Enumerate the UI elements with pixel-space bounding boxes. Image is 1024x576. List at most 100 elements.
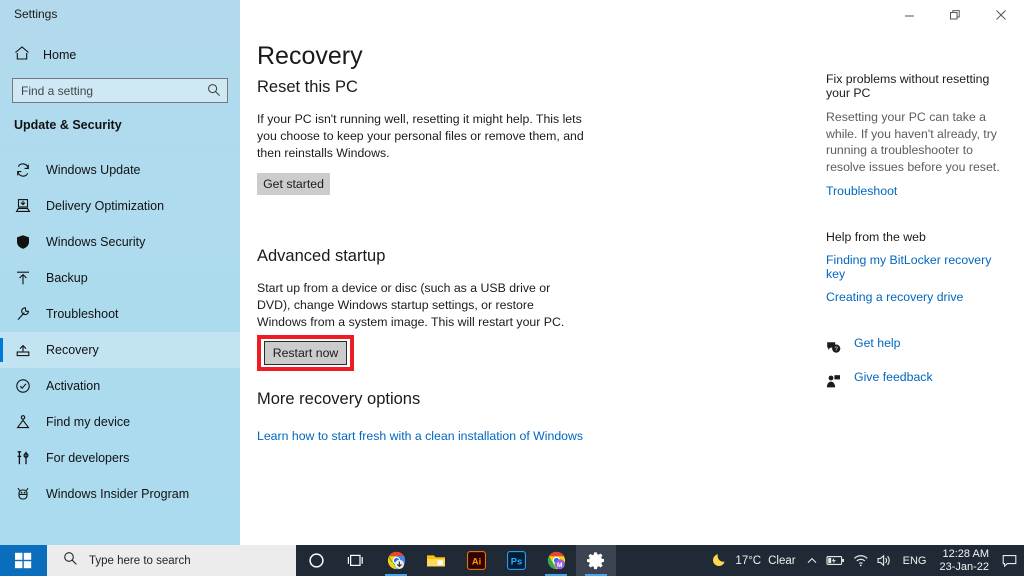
home-icon (14, 45, 30, 66)
file-explorer-icon[interactable] (416, 545, 456, 576)
taskbar-search-icon (63, 551, 78, 571)
page-title: Recovery (257, 42, 363, 70)
main-content: Recovery Reset this PC If your PC isn't … (240, 30, 1024, 545)
settings-window: Settings Home Find a setting Update & Se… (0, 0, 1024, 545)
sidebar-item-windows-security[interactable]: Windows Security (0, 224, 240, 260)
clock[interactable]: 12:28 AM 23-Jan-22 (932, 545, 996, 576)
wifi-icon[interactable] (849, 545, 873, 576)
troubleshoot-link[interactable]: Troubleshoot (826, 184, 1006, 198)
restore-button[interactable] (932, 0, 978, 30)
cortana-icon[interactable] (296, 545, 336, 576)
restart-now-button[interactable]: Restart now (264, 341, 347, 365)
more-recovery-options-section: More recovery options Learn how to start… (257, 390, 657, 445)
sidebar-item-find-my-device[interactable]: Find my device (0, 404, 240, 440)
taskbar-search-placeholder: Type here to search (89, 554, 191, 567)
help-from-web-heading: Help from the web (826, 230, 926, 244)
show-hidden-icons-button[interactable] (802, 545, 822, 576)
fix-problems-body: Resetting your PC can take a while. If y… (826, 110, 1000, 174)
sidebar-item-label: Windows Insider Program (46, 487, 190, 501)
support-actions-block: ? Get help Give feedback (826, 336, 1006, 393)
check-circle-icon (14, 378, 32, 394)
home-label: Home (43, 48, 77, 62)
chrome-profile-icon[interactable]: M (536, 545, 576, 576)
give-feedback-action[interactable]: Give feedback (826, 370, 1006, 393)
wrench-icon (14, 306, 32, 322)
insider-bug-icon (14, 486, 32, 502)
fix-problems-block: Fix problems without resetting your PC R… (826, 72, 1006, 198)
clean-installation-link[interactable]: Learn how to start fresh with a clean in… (257, 429, 583, 443)
photoshop-icon[interactable]: Ps (496, 545, 536, 576)
sidebar-item-backup[interactable]: Backup (0, 260, 240, 296)
sidebar-item-label: Recovery (46, 343, 99, 357)
developer-tools-icon (14, 450, 32, 466)
system-tray: 17°C Clear ENG 12:28 AM 23-Jan-22 (709, 545, 1024, 576)
clock-date: 23-Jan-22 (939, 560, 989, 573)
sidebar-item-windows-insider-program[interactable]: Windows Insider Program (0, 476, 240, 512)
get-help-label: Get help (854, 336, 901, 350)
language-indicator[interactable]: ENG (897, 555, 933, 567)
sidebar-item-label: Troubleshoot (46, 307, 119, 321)
get-started-button[interactable]: Get started (257, 173, 330, 195)
weather-widget[interactable]: 17°C Clear (709, 552, 801, 570)
upload-arrow-icon (14, 270, 32, 286)
advanced-startup-heading: Advanced startup (257, 247, 386, 265)
more-recovery-heading: More recovery options (257, 390, 421, 408)
svg-text:Ps: Ps (510, 555, 521, 566)
settings-gear-icon[interactable] (576, 545, 616, 576)
help-bubble-icon: ? (826, 340, 841, 355)
screen: Settings Home Find a setting Update & Se… (0, 0, 1024, 576)
search-input[interactable] (12, 78, 228, 103)
taskbar: Type here to search Ai Ps M 17°C Clear E… (0, 545, 1024, 576)
delivery-icon (14, 198, 32, 214)
give-feedback-label: Give feedback (854, 370, 933, 384)
find-device-icon (14, 414, 32, 430)
help-from-web-block: Help from the web Finding my BitLocker r… (826, 230, 1006, 304)
shield-icon (14, 234, 32, 250)
sidebar-item-troubleshoot[interactable]: Troubleshoot (0, 296, 240, 332)
close-button[interactable] (978, 0, 1024, 30)
recovery-icon (14, 342, 32, 358)
sidebar-item-label: Delivery Optimization (46, 199, 165, 213)
taskbar-app-icons: Ai Ps M (296, 545, 616, 576)
task-view-icon[interactable] (336, 545, 376, 576)
clock-time: 12:28 AM (942, 547, 989, 560)
sidebar-group-title: Update & Security (14, 118, 122, 132)
svg-text:Ai: Ai (471, 555, 480, 566)
settings-search (12, 78, 228, 103)
chrome-icon[interactable] (376, 545, 416, 576)
battery-charging-icon[interactable] (822, 545, 849, 576)
illustrator-icon[interactable]: Ai (456, 545, 496, 576)
sidebar-item-windows-update[interactable]: Windows Update (0, 152, 240, 188)
reset-description: If your PC isn't running well, resetting… (257, 112, 584, 160)
sidebar-item-label: Find my device (46, 415, 131, 429)
minimize-button[interactable] (886, 0, 932, 30)
sidebar-item-activation[interactable]: Activation (0, 368, 240, 404)
moon-icon (713, 552, 728, 570)
sidebar: Settings Home Find a setting Update & Se… (0, 0, 240, 545)
sidebar-item-label: Windows Security (46, 235, 146, 249)
advanced-startup-section: Advanced startup Start up from a device … (257, 247, 617, 371)
weather-temperature: 17°C (735, 554, 762, 567)
bitlocker-key-link[interactable]: Finding my BitLocker recovery key (826, 253, 1006, 281)
sidebar-nav: Windows Update Delivery Optimization Win… (0, 152, 240, 512)
sync-icon (14, 162, 32, 178)
sidebar-item-delivery-optimization[interactable]: Delivery Optimization (0, 188, 240, 224)
app-title: Settings (14, 7, 58, 21)
sidebar-item-recovery[interactable]: Recovery (0, 332, 240, 368)
fix-problems-heading: Fix problems without resetting your PC (826, 72, 990, 100)
recovery-drive-link[interactable]: Creating a recovery drive (826, 290, 1006, 304)
sidebar-item-label: Activation (46, 379, 101, 393)
get-help-action[interactable]: ? Get help (826, 336, 1006, 359)
svg-text:M: M (557, 562, 563, 569)
start-button[interactable] (0, 545, 47, 576)
sidebar-item-home[interactable]: Home (0, 43, 240, 67)
reset-this-pc-section: Reset this PC If your PC isn't running w… (257, 78, 617, 195)
weather-condition: Clear (768, 554, 796, 567)
speaker-icon[interactable] (873, 545, 897, 576)
right-rail: Fix problems without resetting your PC R… (826, 72, 1006, 404)
taskbar-search[interactable]: Type here to search (47, 545, 296, 576)
sidebar-item-label: For developers (46, 451, 130, 465)
sidebar-item-label: Backup (46, 271, 88, 285)
notification-icon[interactable] (996, 554, 1022, 568)
sidebar-item-for-developers[interactable]: For developers (0, 440, 240, 476)
